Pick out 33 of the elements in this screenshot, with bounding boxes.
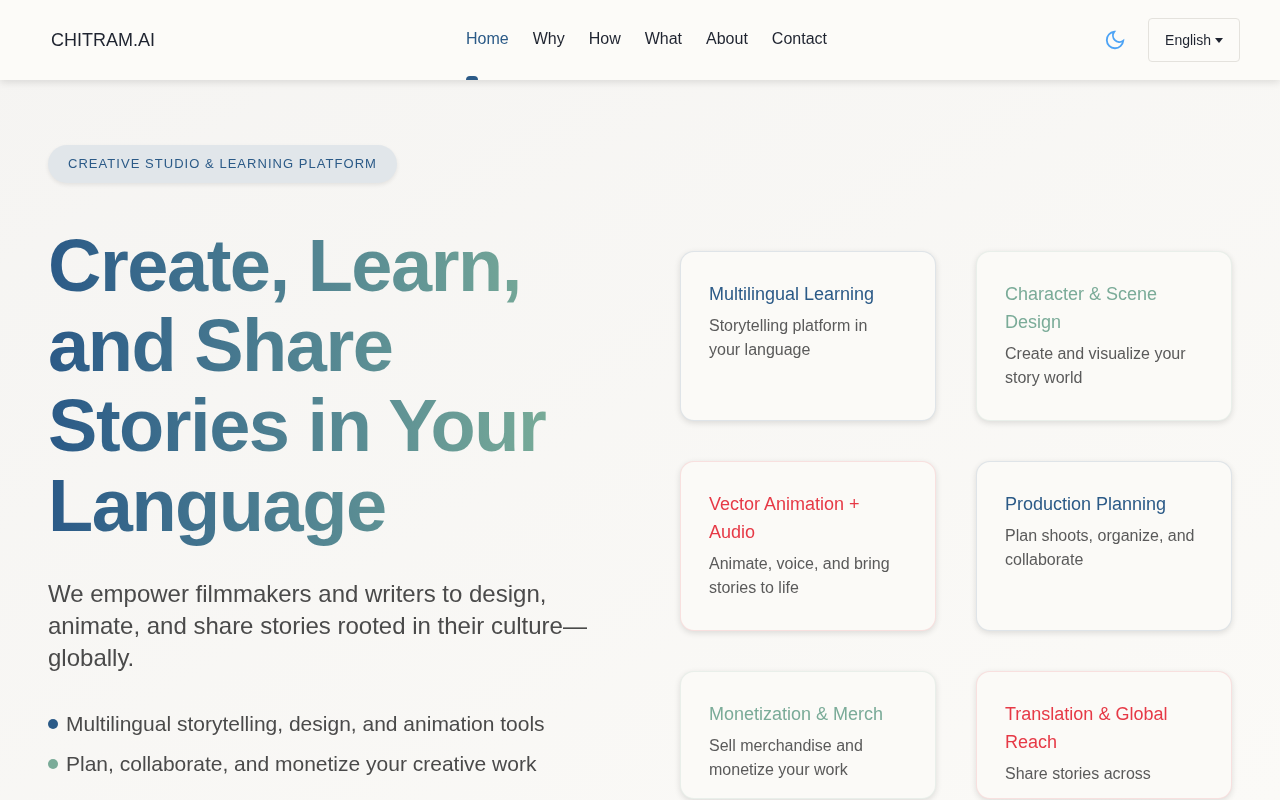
intro-paragraph: We empower filmmakers and writers to design, animate, and share stories rooted in their culture—globally. [48, 578, 588, 673]
card-description: Storytelling platform in your language [709, 316, 869, 360]
language-dropdown[interactable]: English [1148, 18, 1240, 62]
nav-link[interactable]: Why [532, 0, 565, 80]
card-title: Translation & Global Reach [1005, 703, 1169, 754]
category-badge: CREATIVE STUDIO & LEARNING PLATFORM [48, 145, 397, 183]
feature-bullet: Plan, collaborate, and monetize your creative work [66, 751, 537, 776]
feature-card[interactable]: Monetization & Merch Sell merchandise and monetize your work [680, 671, 936, 799]
caret-icon [1215, 37, 1223, 43]
feature-card[interactable]: Production Planning Plan shoots, organize, and collaborate [976, 461, 1232, 631]
card-title: Monetization & Merch [709, 703, 885, 726]
feature-bullet: Multilingual storytelling, design, and animation tools [66, 711, 545, 736]
nav-link[interactable]: Home [466, 0, 509, 80]
moon-icon[interactable] [1104, 29, 1127, 51]
feature-card[interactable]: Multilingual Learning Storytelling platform in your language [680, 251, 936, 421]
active-indicator [466, 76, 478, 80]
logo-text[interactable]: CHITRAM.AI [51, 26, 431, 54]
card-description: Plan shoots, organize, and collaborate [1005, 526, 1195, 570]
feature-card[interactable]: Translation & Global Reach Share stories across [976, 671, 1232, 799]
nav-link[interactable]: About [706, 0, 748, 80]
nav-link[interactable]: How [588, 0, 621, 80]
card-description: Animate, voice, and bring stories to life [709, 554, 891, 598]
card-description: Sell merchandise and monetize your work [709, 736, 864, 780]
feature-card[interactable]: Character & Scene Design Create and visualize your story world [976, 251, 1232, 421]
nav-link[interactable]: What [644, 0, 683, 80]
nav-link[interactable]: Contact [771, 0, 827, 80]
card-title: Production Planning [1005, 493, 1168, 516]
card-description: Share stories across [1005, 764, 1152, 784]
card-title: Character & Scene Design [1005, 283, 1159, 334]
feature-card[interactable]: Vector Animation + Audio Animate, voice, and bring stories to life [680, 461, 936, 631]
card-title: Multilingual Learning [709, 283, 876, 306]
card-title: Vector Animation + Audio [709, 493, 861, 544]
card-description: Create and visualize your story world [1005, 344, 1187, 388]
